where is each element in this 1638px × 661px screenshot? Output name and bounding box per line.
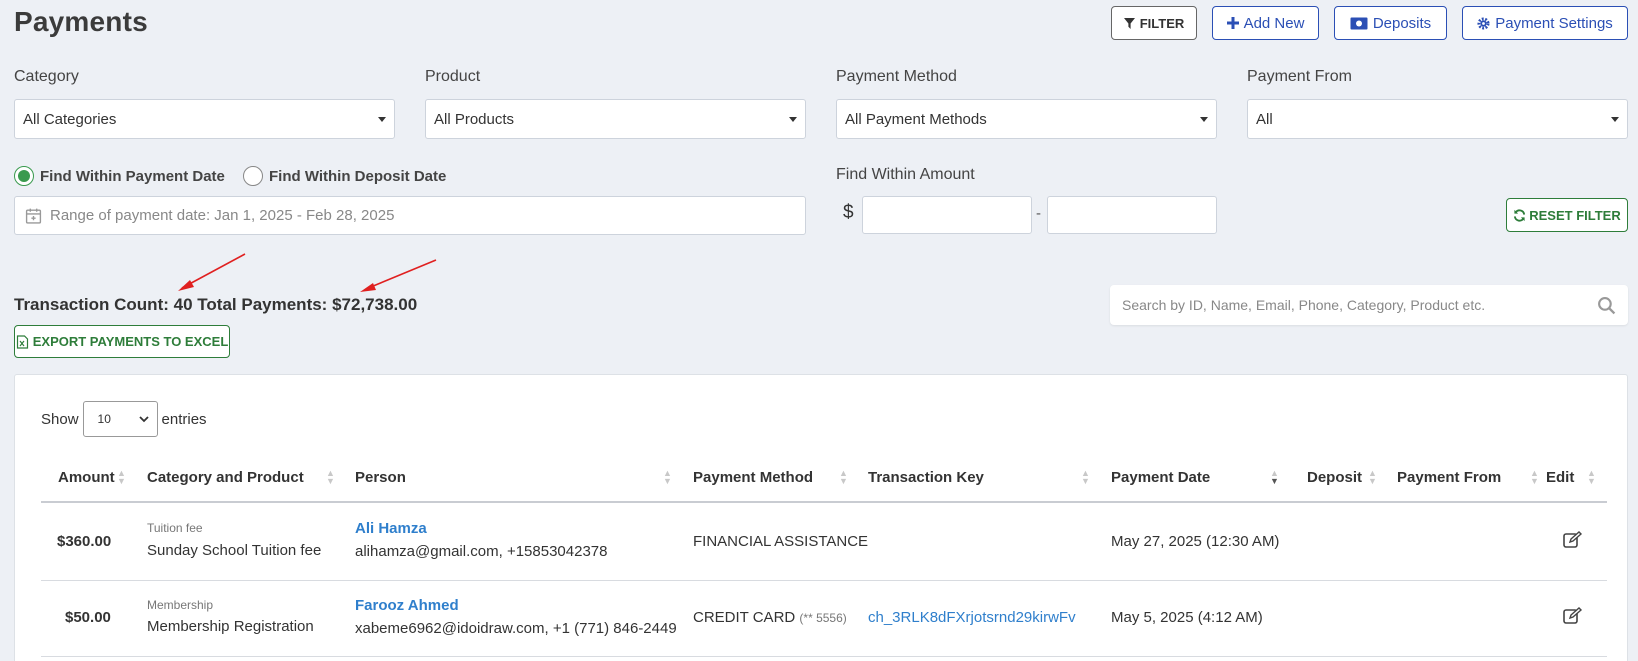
export-excel-button[interactable]: EXPORT PAYMENTS TO EXCEL (14, 325, 230, 358)
category-label: Category (14, 68, 79, 85)
annotation-arrows (178, 253, 437, 292)
plus-icon (1226, 17, 1239, 29)
sort-icon: ▲ ▼ (1530, 468, 1539, 486)
row-person-contact: xabeme6962@idoidraw.com, +1 (771) 846-24… (355, 620, 677, 637)
search-input[interactable]: Search by ID, Name, Email, Phone, Catego… (1110, 285, 1628, 325)
sort-icon: ▲ ▼ (117, 468, 126, 486)
col-header-edit[interactable]: Edit (1546, 469, 1574, 486)
row-person-name[interactable]: Ali Hamza (355, 520, 427, 537)
radio-unchecked (243, 166, 263, 186)
col-header-payment-from[interactable]: Payment From (1397, 469, 1501, 486)
chevron-down-icon (378, 116, 386, 122)
amount-separator: - (1036, 205, 1041, 222)
row-divider (41, 656, 1607, 657)
sort-icon: ▲ ▼ (1587, 468, 1596, 486)
chevron-down-icon (138, 415, 149, 422)
payment-method-select[interactable]: All Payment Methods (836, 99, 1217, 139)
row-person-contact: alihamza@gmail.com, +15853042378 (355, 543, 608, 560)
payment-method-label: Payment Method (836, 68, 957, 85)
row-payment-method: CREDIT CARD (** 5556) (693, 609, 847, 626)
sort-icon: ▲ ▼ (839, 468, 848, 486)
amount-min-input[interactable] (862, 196, 1032, 234)
radio-deposit-date[interactable]: Find Within Deposit Date (243, 166, 446, 186)
radio-payment-date[interactable]: Find Within Payment Date (14, 166, 225, 186)
row-divider (41, 580, 1607, 581)
product-label: Product (425, 68, 481, 85)
filter-button[interactable]: FILTER (1111, 6, 1197, 40)
payment-from-select[interactable]: All (1247, 99, 1628, 139)
row-amount: $360.00 (57, 533, 112, 550)
entries-control: Show 10 entries (41, 401, 207, 437)
filter-icon (1123, 17, 1135, 29)
category-select[interactable]: All Categories (14, 99, 395, 139)
col-header-payment-date[interactable]: Payment Date (1111, 469, 1210, 486)
row-category: Membership (147, 598, 214, 612)
col-header-transaction-key[interactable]: Transaction Key (868, 469, 984, 486)
col-header-deposit[interactable]: Deposit (1307, 469, 1362, 486)
sort-icon: ▲ ▼ (1368, 468, 1377, 486)
page-title: Payments (14, 6, 148, 37)
entries-select[interactable]: 10 (82, 401, 158, 437)
row-category: Tuition fee (147, 521, 203, 535)
add-new-button[interactable]: Add New (1212, 6, 1319, 40)
currency-symbol: $ (843, 202, 854, 223)
search-icon (1598, 296, 1616, 314)
radio-checked (14, 166, 34, 186)
gear-icon (1477, 16, 1490, 30)
col-header-category-product[interactable]: Category and Product (147, 469, 304, 486)
payment-from-label: Payment From (1247, 68, 1352, 85)
row-payment-method: FINANCIAL ASSISTANCE (693, 533, 869, 550)
edit-icon[interactable] (1563, 607, 1583, 625)
amount-label: Find Within Amount (836, 166, 975, 183)
sort-icon: ▲ ▼ (326, 468, 335, 486)
chevron-down-icon (1611, 116, 1619, 122)
sort-icon: ▲ ▼ (663, 468, 672, 486)
date-range-input[interactable]: Range of payment date: Jan 1, 2025 - Feb… (14, 196, 806, 235)
row-amount: $50.00 (65, 609, 111, 626)
payment-settings-button[interactable]: Payment Settings (1462, 6, 1628, 40)
header-divider (41, 501, 1607, 503)
col-header-amount[interactable]: Amount (58, 469, 115, 486)
sort-desc-icon: ▲ ▼ (1270, 468, 1279, 486)
row-product: Membership Registration (147, 618, 314, 635)
col-header-person[interactable]: Person (355, 469, 406, 486)
excel-icon (16, 334, 28, 349)
edit-icon[interactable] (1563, 531, 1583, 549)
deposits-button[interactable]: Deposits (1334, 6, 1447, 40)
payments-table-panel: Show 10 entries Amount ▲ ▼ Category and P… (14, 374, 1628, 661)
sort-icon: ▲ ▼ (1081, 468, 1090, 486)
product-select[interactable]: All Products (425, 99, 806, 139)
row-product: Sunday School Tuition fee (147, 542, 322, 559)
money-icon (1350, 17, 1368, 29)
chevron-down-icon (1200, 116, 1208, 122)
reset-filter-button[interactable]: RESET FILTER (1506, 198, 1628, 232)
col-header-payment-method[interactable]: Payment Method (693, 469, 813, 486)
refresh-icon (1514, 208, 1526, 222)
chevron-down-icon (789, 116, 797, 122)
row-person-name[interactable]: Farooz Ahmed (355, 597, 459, 614)
calendar-icon (25, 208, 42, 224)
row-payment-date: May 5, 2025 (4:12 AM) (1111, 609, 1263, 626)
row-transaction-key[interactable]: ch_3RLK8dFXrjotsrnd29kirwFv (868, 609, 1076, 626)
row-payment-date: May 27, 2025 (12:30 AM) (1111, 533, 1280, 550)
transaction-summary: Transaction Count: 40 Total Payments: $7… (14, 295, 418, 314)
amount-max-input[interactable] (1047, 196, 1217, 234)
